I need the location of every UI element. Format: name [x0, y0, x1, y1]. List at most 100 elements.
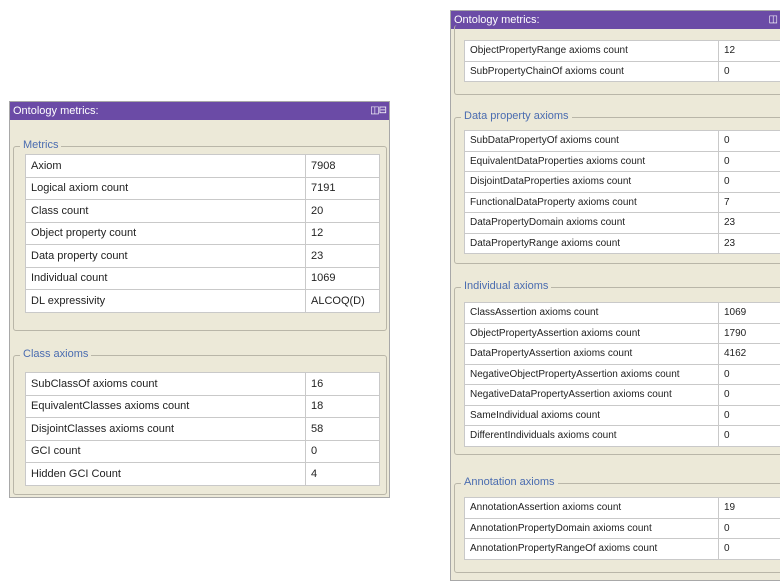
- metrics-table: Axiom 7908 Logical axiom count 7191 Class …: [25, 154, 380, 313]
- metric-label: NegativeObjectPropertyAssertion axioms c…: [464, 363, 719, 385]
- metric-label: Class count: [25, 199, 306, 223]
- metric-label: ObjectPropertyAssertion axioms count: [464, 322, 719, 344]
- metric-value: 23: [718, 232, 780, 254]
- table-row[interactable]: SubPropertyChainOf axioms count 0: [464, 60, 780, 82]
- metric-value: 23: [718, 212, 780, 234]
- metric-label: ClassAssertion axioms count: [464, 302, 719, 324]
- metric-value: 0: [718, 517, 780, 539]
- metric-value: 0: [718, 538, 780, 560]
- table-row[interactable]: AnnotationPropertyDomain axioms count 0: [464, 517, 780, 539]
- metric-label: DifferentIndividuals axioms count: [464, 425, 719, 447]
- metric-value: 12: [305, 221, 380, 245]
- table-row[interactable]: DataPropertyAssertion axioms count 4162: [464, 343, 780, 365]
- metric-label: SubClassOf axioms count: [25, 372, 306, 396]
- table-row[interactable]: ObjectPropertyRange axioms count 12: [464, 40, 780, 62]
- table-row[interactable]: DisjointClasses axioms count 58: [25, 417, 380, 441]
- class-axioms-table: SubClassOf axioms count 16 EquivalentClas…: [25, 372, 380, 486]
- ontology-metrics-panel-right: Ontology metrics: ◫ ObjectPropertyRange …: [450, 10, 780, 581]
- metric-value: 1069: [305, 266, 380, 290]
- metric-label: DataPropertyRange axioms count: [464, 232, 719, 254]
- table-row[interactable]: NegativeObjectPropertyAssertion axioms c…: [464, 363, 780, 385]
- section-title-class-axioms: Class axioms: [20, 348, 92, 360]
- section-title-data-property-axioms: Data property axioms: [461, 110, 572, 122]
- table-row[interactable]: Axiom 7908: [25, 154, 380, 178]
- metric-label: ObjectPropertyRange axioms count: [464, 40, 719, 62]
- metric-label: Hidden GCI Count: [25, 462, 306, 486]
- metric-value: 4: [305, 462, 380, 486]
- metric-value: ALCOQ(D): [305, 289, 380, 313]
- metric-label: DisjointClasses axioms count: [25, 417, 306, 441]
- table-row[interactable]: DataPropertyRange axioms count 23: [464, 232, 780, 254]
- table-row[interactable]: Class count 20: [25, 199, 380, 223]
- metric-value: 0: [718, 150, 780, 172]
- metric-label: DL expressivity: [25, 289, 306, 313]
- metric-value: 0: [718, 130, 780, 152]
- individual-axioms-table: ClassAssertion axioms count 1069 ObjectPr…: [464, 302, 780, 447]
- metric-label: SameIndividual axioms count: [464, 404, 719, 426]
- table-row[interactable]: SubDataPropertyOf axioms count 0: [464, 130, 780, 152]
- panel-view-controls-icon[interactable]: ◫⊟: [370, 104, 387, 118]
- metric-value: 18: [305, 394, 380, 418]
- metric-value: 1790: [718, 322, 780, 344]
- metric-label: SubPropertyChainOf axioms count: [464, 60, 719, 82]
- metric-value: 23: [305, 244, 380, 268]
- metric-value: 0: [305, 439, 380, 463]
- metric-value: 0: [718, 171, 780, 193]
- metric-label: DataPropertyAssertion axioms count: [464, 343, 719, 365]
- table-row[interactable]: DataPropertyDomain axioms count 23: [464, 212, 780, 234]
- metric-label: GCI count: [25, 439, 306, 463]
- metric-value: 16: [305, 372, 380, 396]
- table-row[interactable]: Data property count 23: [25, 244, 380, 268]
- table-row[interactable]: Logical axiom count 7191: [25, 176, 380, 200]
- table-row[interactable]: AnnotationAssertion axioms count 19: [464, 497, 780, 519]
- section-title-metrics: Metrics: [20, 139, 62, 151]
- metric-label: SubDataPropertyOf axioms count: [464, 130, 719, 152]
- metric-label: NegativeDataPropertyAssertion axioms cou…: [464, 384, 719, 406]
- table-row[interactable]: Object property count 12: [25, 221, 380, 245]
- table-row[interactable]: DL expressivity ALCOQ(D): [25, 289, 380, 313]
- table-row[interactable]: GCI count 0: [25, 439, 380, 463]
- data-property-axioms-table: SubDataPropertyOf axioms count 0 Equivale…: [464, 130, 780, 254]
- metric-value: 0: [718, 384, 780, 406]
- table-row[interactable]: DisjointDataProperties axioms count 0: [464, 171, 780, 193]
- annotation-axioms-table: AnnotationAssertion axioms count 19 Annot…: [464, 497, 780, 560]
- metric-value: 7908: [305, 154, 380, 178]
- table-row[interactable]: EquivalentClasses axioms count 18: [25, 394, 380, 418]
- object-property-axioms-table: ObjectPropertyRange axioms count 12 SubPr…: [464, 40, 780, 82]
- panel-title-bar: Ontology metrics: ◫⊟: [10, 102, 389, 120]
- metric-label: DisjointDataProperties axioms count: [464, 171, 719, 193]
- table-row[interactable]: Hidden GCI Count 4: [25, 462, 380, 486]
- table-row[interactable]: SubClassOf axioms count 16: [25, 372, 380, 396]
- metric-label: Data property count: [25, 244, 306, 268]
- section-title-annotation-axioms: Annotation axioms: [461, 476, 558, 488]
- metric-value: 0: [718, 425, 780, 447]
- metric-label: Individual count: [25, 266, 306, 290]
- table-row[interactable]: Individual count 1069: [25, 266, 380, 290]
- metric-label: Object property count: [25, 221, 306, 245]
- metric-value: 7191: [305, 176, 380, 200]
- metric-label: AnnotationPropertyRangeOf axioms count: [464, 538, 719, 560]
- table-row[interactable]: EquivalentDataProperties axioms count 0: [464, 150, 780, 172]
- metric-value: 20: [305, 199, 380, 223]
- metric-label: AnnotationPropertyDomain axioms count: [464, 517, 719, 539]
- metric-label: EquivalentDataProperties axioms count: [464, 150, 719, 172]
- metric-label: Logical axiom count: [25, 176, 306, 200]
- section-title-individual-axioms: Individual axioms: [461, 280, 552, 292]
- table-row[interactable]: DifferentIndividuals axioms count 0: [464, 425, 780, 447]
- metric-value: 7: [718, 191, 780, 213]
- metric-value: 0: [718, 60, 780, 82]
- table-row[interactable]: ClassAssertion axioms count 1069: [464, 302, 780, 324]
- metric-value: 19: [718, 497, 780, 519]
- metric-value: 0: [718, 404, 780, 426]
- table-row[interactable]: NegativeDataPropertyAssertion axioms cou…: [464, 384, 780, 406]
- metric-label: Axiom: [25, 154, 306, 178]
- table-row[interactable]: FunctionalDataProperty axioms count 7: [464, 191, 780, 213]
- table-row[interactable]: SameIndividual axioms count 0: [464, 404, 780, 426]
- table-row[interactable]: ObjectPropertyAssertion axioms count 1790: [464, 322, 780, 344]
- metric-value: 1069: [718, 302, 780, 324]
- metric-value: 0: [718, 363, 780, 385]
- metric-value: 4162: [718, 343, 780, 365]
- table-row[interactable]: AnnotationPropertyRangeOf axioms count 0: [464, 538, 780, 560]
- metric-label: AnnotationAssertion axioms count: [464, 497, 719, 519]
- metric-value: 12: [718, 40, 780, 62]
